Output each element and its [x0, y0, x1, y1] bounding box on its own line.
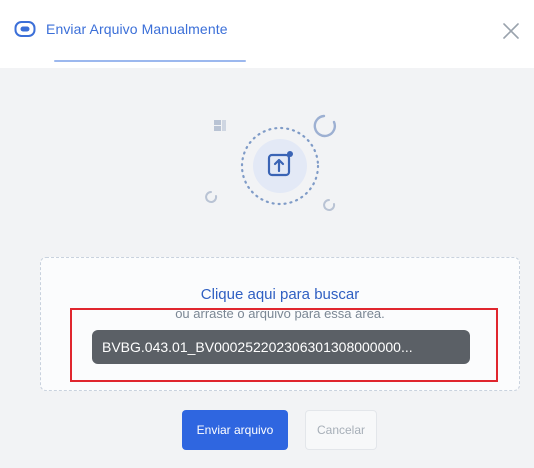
tab-underline — [54, 60, 246, 62]
grid-icon — [214, 120, 226, 131]
file-badge-icon — [14, 18, 36, 40]
upload-dialog: Enviar Arquivo Manualmente Clique aqui p… — [0, 0, 534, 468]
cancel-button[interactable]: Cancelar — [305, 410, 377, 450]
submit-button[interactable]: Enviar arquivo — [182, 410, 288, 450]
upload-illustration — [200, 110, 360, 220]
tab-label: Enviar Arquivo Manualmente — [46, 21, 228, 37]
highlight-box — [70, 308, 498, 382]
close-icon[interactable] — [500, 20, 522, 42]
dropzone-title: Clique aqui para buscar — [200, 286, 360, 303]
tab-enviar-arquivo[interactable]: Enviar Arquivo Manualmente — [14, 18, 228, 40]
